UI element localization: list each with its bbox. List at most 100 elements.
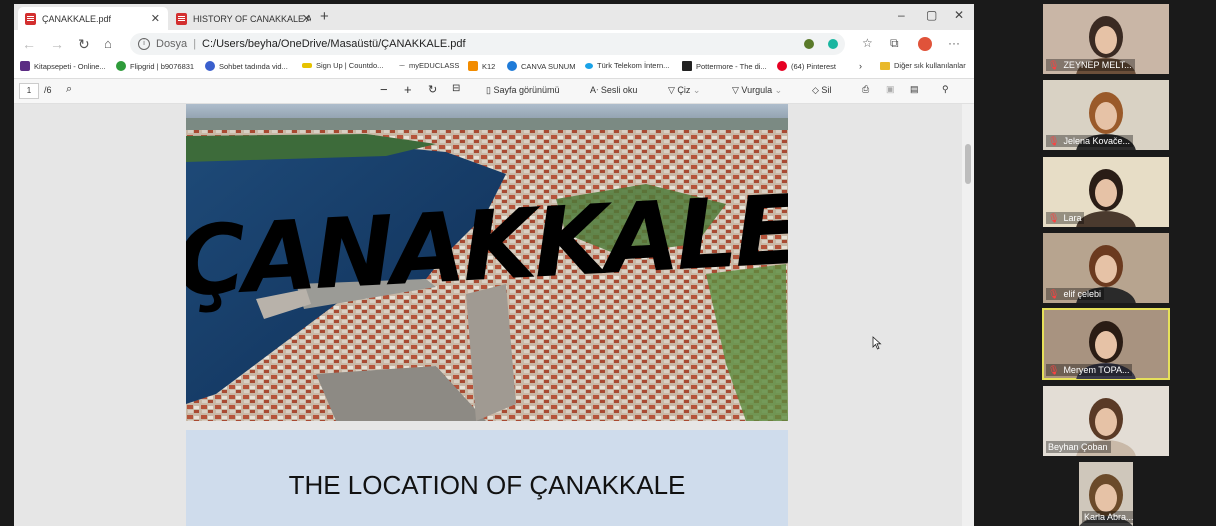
chevron-down-icon: ⌄ [772,85,783,95]
bookmark-item[interactable]: Pottermore - The di... [682,61,767,71]
grammarly-icon[interactable] [828,39,838,49]
zoom-out-icon[interactable]: − [380,82,388,97]
k12-icon [468,61,478,71]
chevron-right-icon[interactable]: › [859,61,862,71]
participant-name-label: ZEYNEP MELT... [1063,60,1132,70]
participant-name: 🎙 elif çelebi [1046,288,1104,300]
participant-name: 🎙 Jelena Kovače... [1046,135,1133,147]
muted-mic-icon: 🎙 [1048,364,1060,375]
pdf-icon [25,12,36,25]
pin-icon[interactable]: ⚲ [942,84,949,95]
refresh-icon[interactable]: ↻ [78,36,90,52]
page-total: /6 [44,85,52,95]
url-field[interactable]: i Dosya | C:/Users/beyha/OneDrive/Masaüs… [130,33,845,55]
participant-name: Beyhan Çoban [1046,441,1111,453]
participant-tile[interactable]: 🎙 Meryem TOPA... [1042,308,1170,380]
search-icon[interactable]: ⌕ [66,83,72,96]
canva-icon [507,61,517,71]
vertical-scrollbar[interactable] [962,104,974,526]
bookmark-item[interactable]: K12 [468,61,495,71]
participant-name-label: Lara [1063,213,1082,223]
slide-2: THE LOCATION OF ÇANAKKALE [186,430,788,526]
countdown-icon [302,63,312,68]
page-number-input[interactable]: 1 [19,83,39,99]
close-icon[interactable]: ✕ [151,12,160,25]
bookmark-item[interactable]: Türk Telekom İntern... [585,61,669,70]
pdf-viewer[interactable]: ÇANAKKALE THE LOCATION OF ÇANAKKALE [14,104,962,526]
address-bar: ← → ↻ ⌂ i Dosya | C:/Users/beyha/OneDriv… [14,30,974,58]
erase-button[interactable]: ◇ Sil [812,85,831,96]
fit-page-icon[interactable]: ⊟ [452,83,460,94]
kitapsepeti-icon [20,61,30,71]
participant-name-label: Karla Abra... [1084,512,1133,522]
cover-title-overlay: ÇANAKKALE [186,174,788,319]
tab-history-pdf[interactable]: HISTORY OF CANAKKALE AYŞE... ✕ [169,7,319,30]
video-chat-icon [205,61,215,71]
rotate-icon[interactable]: ↻ [428,83,437,96]
bookmark-item[interactable]: Sohbet tadında vid... [205,61,288,71]
zoom-in-icon[interactable]: + [404,82,412,97]
participant-tile[interactable]: 🎙 Jelena Kovače... [1043,80,1169,150]
bookmark-item[interactable]: CANVA SUNUM [507,61,575,71]
read-aloud-button[interactable]: Aᐧ Sesli oku [590,85,637,96]
slide-2-title: THE LOCATION OF ÇANAKKALE [288,470,686,500]
scrollbar-thumb[interactable] [965,144,971,184]
participant-name: Karla Abra... [1082,511,1133,523]
chevron-down-icon: ⌄ [690,85,701,95]
tab-bar: ÇANAKKALE.pdf ✕ HISTORY OF CANAKKALE AYŞ… [14,4,974,30]
muted-mic-icon: 🎙 [1048,135,1060,146]
cover-title: ÇANAKKALE [186,174,788,319]
participant-name-label: Jelena Kovače... [1063,136,1130,146]
highlighter-icon: ▽ [732,85,742,95]
participant-tile[interactable]: Beyhan Çoban [1043,386,1169,456]
pdf-toolbar: 1 /6 ⌕ − + ↻ ⊟ ▯ Sayfa görünümü Aᐧ Sesli… [14,79,974,104]
print-icon[interactable]: ⎙ [862,84,869,95]
home-icon[interactable]: ⌂ [104,36,112,52]
pottermore-icon [682,61,692,71]
collections-icon[interactable]: ⧉ [890,36,899,51]
extension-icon[interactable] [804,39,814,49]
page-view-button[interactable]: ▯ Sayfa görünümü [486,85,560,96]
bookmarks-bar: Kitapsepeti - Online... Flipgrid | b9076… [14,58,974,79]
participant-tile[interactable]: 🎙 Lara [1043,157,1169,227]
participant-tile[interactable]: 🎙 ZEYNEP MELT... [1043,4,1169,74]
cover-photo: ÇANAKKALE [186,104,788,421]
participant-tile[interactable]: Karla Abra... [1079,462,1133,526]
highlight-button[interactable]: ▽ Vurgula ⌄ [732,85,782,96]
folder-icon [880,61,890,70]
muted-mic-icon: 🎙 [1048,59,1060,70]
maximize-button[interactable]: ▢ [926,8,937,22]
forward-icon[interactable]: → [50,36,64,52]
bookmark-item[interactable]: (64) Pinterest [777,61,836,71]
tab-canakkale-pdf[interactable]: ÇANAKKALE.pdf ✕ [18,7,168,30]
profile-avatar[interactable] [918,37,932,51]
other-favorites-folder[interactable]: Diğer sık kullanılanlar [880,61,966,70]
participant-name-label: Meryem TOPA... [1063,365,1130,375]
speaker-icon: Aᐧ [590,85,601,95]
browser-window: ÇANAKKALE.pdf ✕ HISTORY OF CANAKKALE AYŞ… [14,4,974,526]
participant-name-label: elif çelebi [1063,289,1101,299]
draw-button[interactable]: ▽ Çiz ⌄ [668,85,700,96]
close-window-button[interactable]: ✕ [954,8,964,22]
participant-tile[interactable]: 🎙 elif çelebi [1043,233,1169,303]
new-tab-button[interactable]: + [320,9,329,24]
tab-title: HISTORY OF CANAKKALE AYŞE... [193,13,311,24]
participant-name: 🎙 ZEYNEP MELT... [1046,59,1135,71]
minimize-button[interactable]: – [898,8,905,22]
bookmark-item[interactable]: Flipgrid | b9076831 [116,61,194,71]
back-icon[interactable]: ← [22,36,36,52]
muted-mic-icon: 🎙 [1048,212,1060,223]
save-as-icon[interactable]: ▤ [910,84,919,95]
more-icon[interactable]: ··· [948,36,960,50]
flipgrid-icon [116,61,126,71]
info-icon: i [138,38,150,50]
pdf-icon [176,12,187,25]
close-icon[interactable]: ✕ [302,12,311,25]
save-icon[interactable]: ▣ [886,84,895,95]
tab-title: ÇANAKKALE.pdf [42,13,112,24]
bookmark-item[interactable]: Kitapsepeti - Online... [20,61,106,71]
bookmark-item[interactable]: Sign Up | Countdo... [302,61,383,70]
favorites-icon[interactable]: ☆ [862,36,873,50]
bookmark-item[interactable]: myEDUCLASS [399,61,459,70]
url-scheme: Dosya [156,38,188,50]
